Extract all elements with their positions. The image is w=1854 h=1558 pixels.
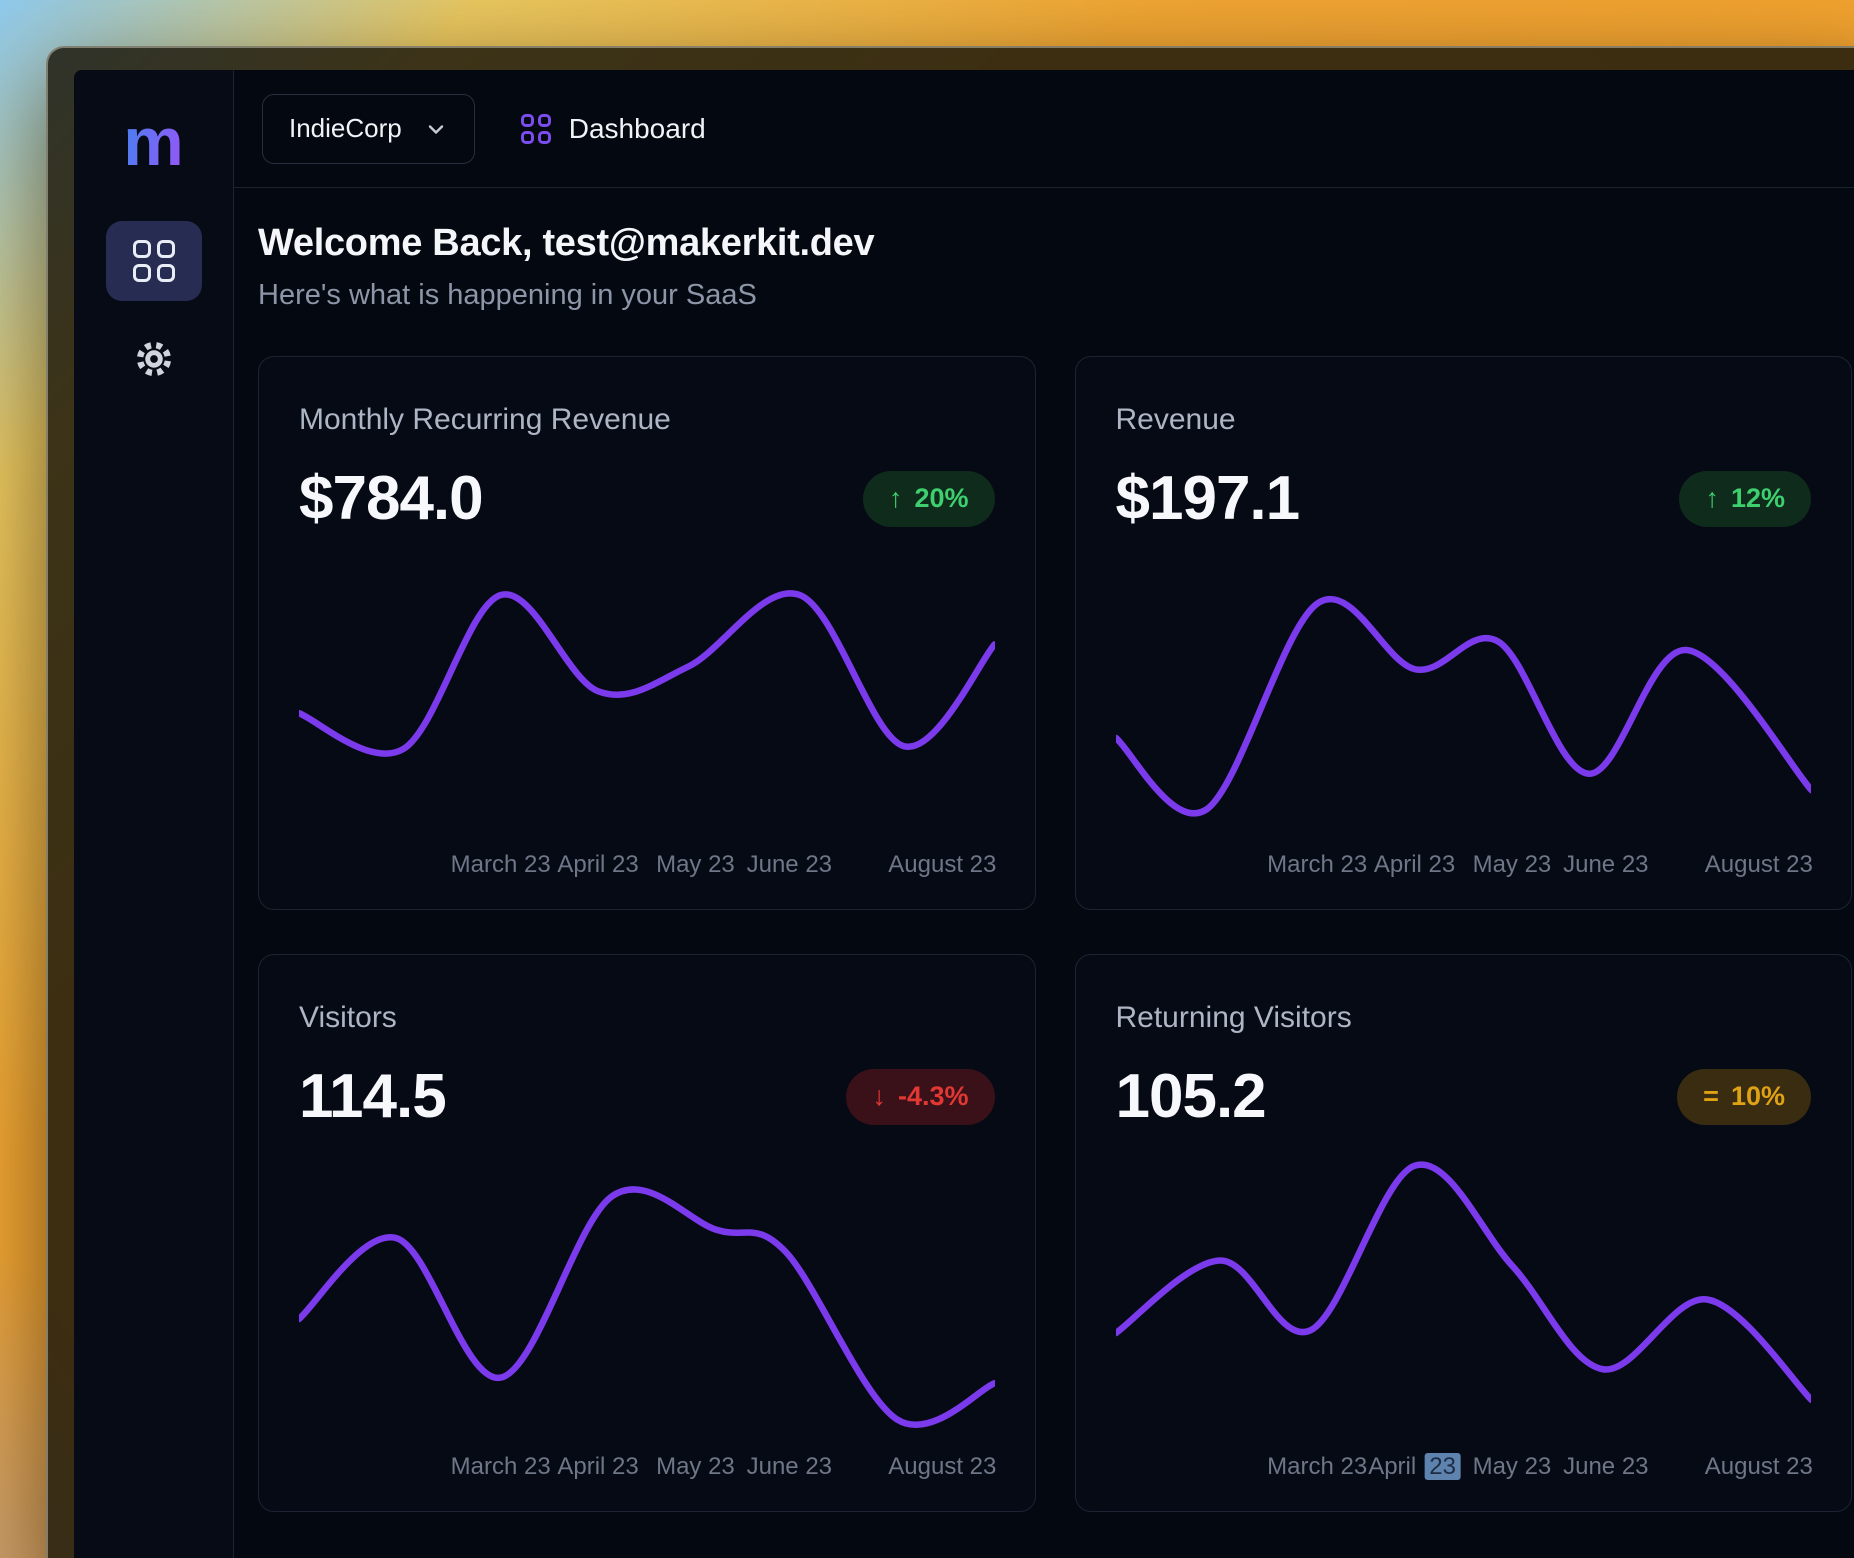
trend-badge: = 10% — [1677, 1069, 1811, 1125]
card-revenue: Revenue $197.1 ↑ 12% — [1075, 356, 1853, 910]
app-window: m IndieCorp — [46, 46, 1854, 1558]
x-axis-tick-text: April — [1368, 1453, 1416, 1480]
line-chart-visitors — [299, 1160, 995, 1439]
value-row: 114.5 ↓ -4.3% — [299, 1061, 995, 1132]
page-breadcrumb-dashboard[interactable]: Dashboard — [521, 113, 706, 145]
arrow-down-icon: ↓ — [872, 1081, 886, 1112]
sidebar: m — [74, 70, 234, 1558]
org-selector-label: IndieCorp — [289, 113, 402, 144]
card-value: $197.1 — [1116, 463, 1300, 534]
desktop-wallpaper: m IndieCorp — [0, 0, 1854, 1558]
arrow-up-icon: ↑ — [889, 483, 903, 514]
arrow-up-icon: ↑ — [1705, 483, 1719, 514]
page-title: Dashboard — [569, 113, 706, 145]
x-axis-labels: March 23 April 23 May 23 June 23 August … — [1116, 851, 1812, 883]
trend-badge-value: 12% — [1731, 483, 1785, 514]
x-axis-tick: March 23 — [451, 1453, 551, 1481]
x-axis-tick: April 23 — [557, 1453, 638, 1481]
main-column: IndieCorp Dashboard Welcome Back, test@m… — [234, 70, 1854, 1558]
card-title: Visitors — [299, 1001, 995, 1035]
x-axis-tick: March 23 — [1267, 851, 1367, 879]
x-axis-tick: April 23 — [1374, 851, 1455, 879]
welcome-subheading: Here's what is happening in your SaaS — [258, 279, 1852, 312]
stat-cards-grid: Monthly Recurring Revenue $784.0 ↑ 20% — [258, 356, 1852, 1512]
card-title: Monthly Recurring Revenue — [299, 403, 995, 437]
trend-badge: ↑ 12% — [1679, 471, 1811, 527]
card-value: $784.0 — [299, 463, 483, 534]
x-axis-tick: March 23 — [451, 851, 551, 879]
card-title: Revenue — [1116, 403, 1812, 437]
x-axis-tick: August 23 — [888, 851, 996, 879]
x-axis-tick: March 23 — [1267, 1453, 1367, 1481]
trend-badge: ↑ 20% — [863, 471, 995, 527]
dashboard-content: Welcome Back, test@makerkit.dev Here's w… — [234, 188, 1854, 1558]
x-axis-tick: May 23 — [656, 1453, 735, 1481]
line-chart-revenue — [1116, 562, 1812, 837]
gear-icon — [133, 338, 175, 380]
trend-badge-value: 20% — [914, 483, 968, 514]
card-returning-visitors: Returning Visitors 105.2 = 10% — [1075, 954, 1853, 1512]
x-axis-tick: August 23 — [1705, 1453, 1813, 1481]
card-title: Returning Visitors — [1116, 1001, 1812, 1035]
x-axis-tick: April 23 — [557, 851, 638, 879]
x-axis-tick: June 23 — [1563, 851, 1648, 879]
x-axis-labels: March 23 April 23 May 23 June 23 August … — [299, 851, 995, 883]
trend-badge-value: -4.3% — [898, 1081, 969, 1112]
x-axis-tick: May 23 — [1473, 851, 1552, 879]
grid-icon — [133, 240, 175, 282]
x-axis-tick: June 23 — [1563, 1453, 1648, 1481]
topbar: IndieCorp Dashboard — [234, 70, 1854, 188]
trend-badge: ↓ -4.3% — [846, 1069, 994, 1125]
x-axis-tick: June 23 — [747, 851, 832, 879]
card-monthly-recurring-revenue: Monthly Recurring Revenue $784.0 ↑ 20% — [258, 356, 1036, 910]
value-row: $197.1 ↑ 12% — [1116, 463, 1812, 534]
x-axis-tick: May 23 — [1473, 1453, 1552, 1481]
x-axis-tick: August 23 — [888, 1453, 996, 1481]
line-chart-mrr — [299, 562, 995, 837]
sidebar-item-dashboard[interactable] — [106, 221, 202, 301]
x-axis-tick: April 23 — [1368, 1453, 1461, 1481]
selected-text: 23 — [1424, 1453, 1461, 1480]
line-chart-returning-visitors — [1116, 1160, 1812, 1439]
welcome-heading: Welcome Back, test@makerkit.dev — [258, 222, 1852, 265]
value-row: 105.2 = 10% — [1116, 1061, 1812, 1132]
chevron-down-icon — [424, 117, 448, 141]
x-axis-tick: August 23 — [1705, 851, 1813, 879]
x-axis-tick: May 23 — [656, 851, 735, 879]
x-axis-labels: March 23 April 23 May 23 June 23 August 2… — [1116, 1453, 1812, 1485]
x-axis-tick: June 23 — [747, 1453, 832, 1481]
sidebar-item-settings[interactable] — [106, 319, 202, 399]
card-value: 114.5 — [299, 1061, 446, 1132]
trend-badge-value: 10% — [1731, 1081, 1785, 1112]
card-visitors: Visitors 114.5 ↓ -4.3% — [258, 954, 1036, 1512]
value-row: $784.0 ↑ 20% — [299, 463, 995, 534]
equals-icon: = — [1703, 1081, 1719, 1112]
app-window-content: m IndieCorp — [74, 70, 1854, 1558]
org-selector-button[interactable]: IndieCorp — [262, 94, 475, 164]
x-axis-labels: March 23 April 23 May 23 June 23 August … — [299, 1453, 995, 1485]
card-value: 105.2 — [1116, 1061, 1266, 1132]
grid-icon — [521, 114, 551, 144]
makerkit-logo[interactable]: m — [123, 108, 183, 176]
